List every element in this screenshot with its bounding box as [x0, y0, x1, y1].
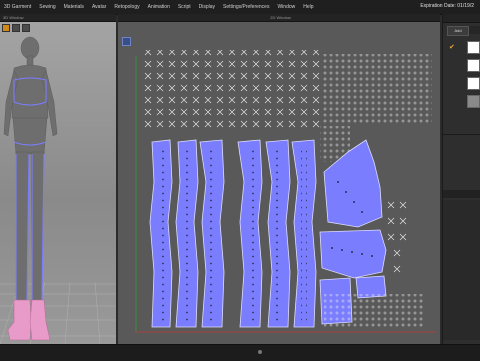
property-editor-header [443, 190, 480, 198]
pattern-canvas[interactable] [118, 22, 440, 344]
avatar-boots [7, 299, 51, 341]
3d-scene[interactable] [0, 22, 116, 344]
avatar-neck [26, 55, 34, 67]
2d-pattern-window[interactable] [118, 22, 440, 344]
side-cross-stitches [387, 201, 407, 273]
menu-item-avatar[interactable]: Avatar [88, 4, 110, 10]
material-swatch[interactable] [467, 41, 480, 54]
panel-tab-secondary[interactable] [469, 26, 480, 34]
window-title-3d: 3D Window [0, 14, 116, 22]
leg-pattern-pieces [149, 139, 317, 328]
3d-viewport[interactable] [0, 22, 116, 344]
menu-item-sewing[interactable]: Sewing [35, 4, 59, 10]
menu-item-3d-garment[interactable]: 3D Garment [0, 4, 35, 10]
material-row[interactable] [447, 58, 480, 72]
window-title-2d: 2D Window [118, 14, 440, 22]
material-swatch[interactable] [467, 95, 480, 108]
material-row[interactable] [447, 94, 480, 108]
checkmark-icon: ✔ [449, 44, 455, 51]
menu-item-help[interactable]: Help [299, 4, 317, 10]
divider [443, 134, 480, 135]
pattern-piece-bodice-back [319, 229, 387, 279]
material-row[interactable] [447, 76, 480, 90]
avatar-head [20, 36, 40, 60]
object-browser-panel: Add ✔ [442, 14, 480, 344]
status-bar [0, 344, 480, 361]
panel-header [443, 14, 480, 23]
eyelet-pieces-bottom [324, 294, 424, 328]
cross-stitch-pieces [140, 50, 320, 132]
property-editor [443, 200, 480, 340]
avatar-torso [11, 64, 49, 122]
expiration-date: Expiration Date: 01/19/2 [420, 3, 474, 9]
menu-item-settings[interactable]: Settings/Preferences [219, 4, 273, 10]
material-swatch[interactable] [467, 59, 480, 72]
menu-item-script[interactable]: Script [174, 4, 195, 10]
menu-item-window[interactable]: Window [273, 4, 299, 10]
menu-item-retopology[interactable]: Retopology [110, 4, 143, 10]
menu-item-display[interactable]: Display [195, 4, 219, 10]
avatar-hips [12, 117, 48, 155]
material-swatch[interactable] [467, 77, 480, 90]
menu-item-materials[interactable]: Materials [60, 4, 88, 10]
eyelet-pieces [322, 54, 432, 124]
add-button[interactable]: Add [447, 26, 469, 36]
avatar [3, 36, 58, 303]
material-row[interactable]: ✔ [447, 40, 480, 54]
menu-item-animation[interactable]: Animation [144, 4, 174, 10]
status-indicator-icon [258, 350, 262, 354]
menu-bar: 3D Garment Sewing Materials Avatar Retop… [0, 0, 480, 15]
